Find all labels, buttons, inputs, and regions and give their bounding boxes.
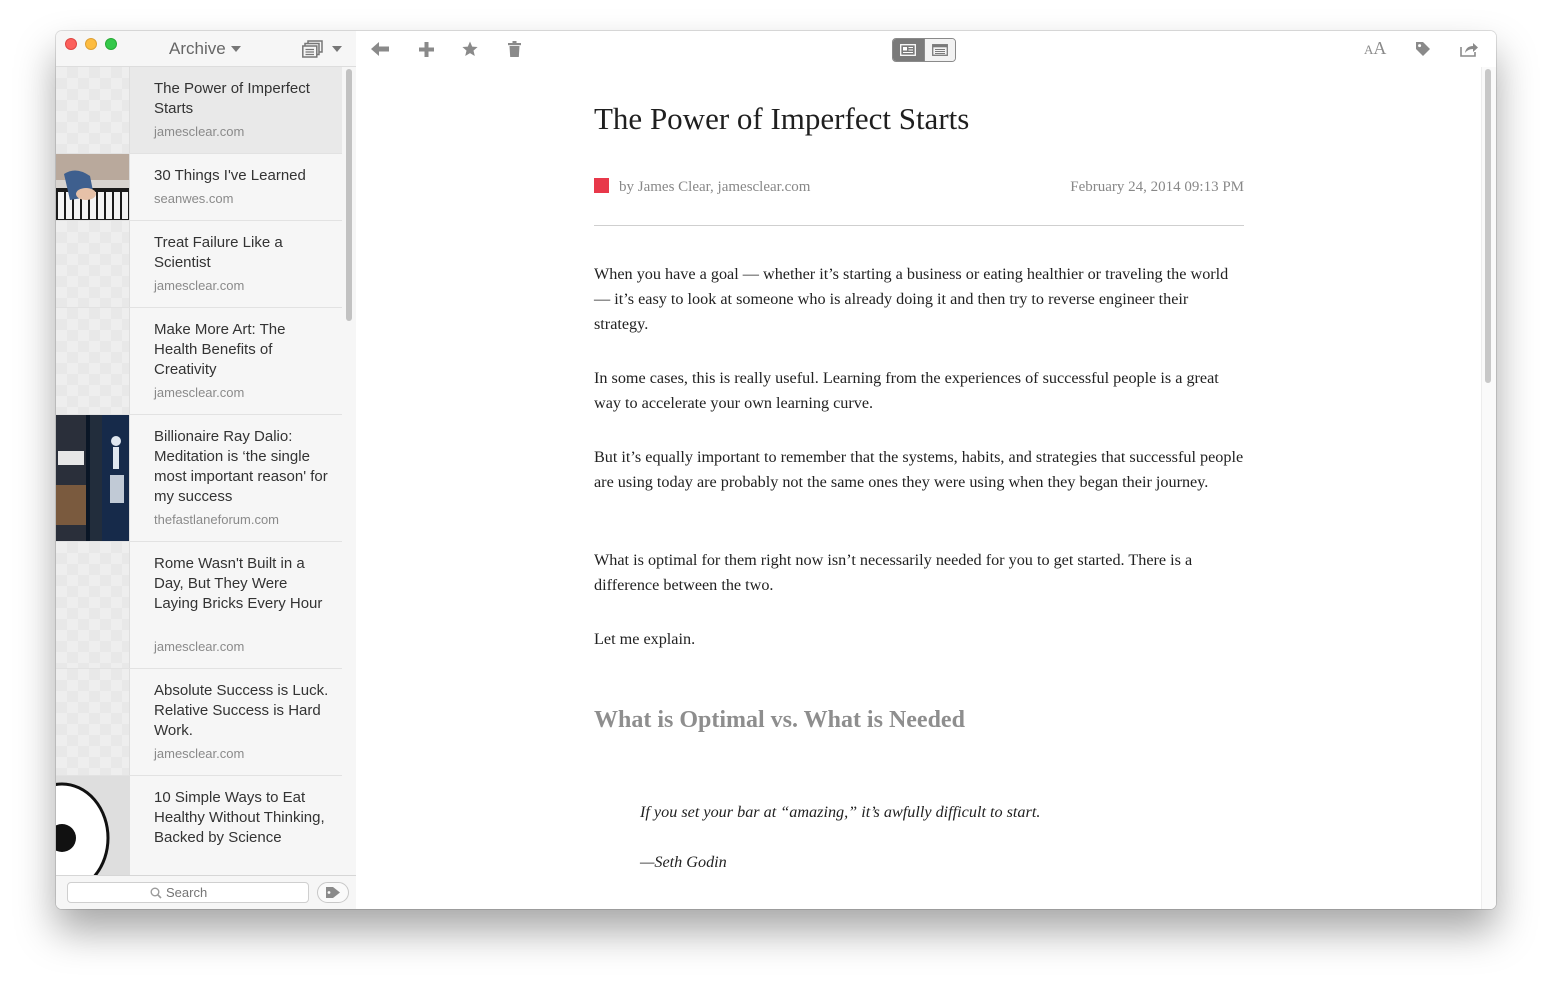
list-item-title: Absolute Success is Luck. Relative Succe… xyxy=(154,682,329,739)
sidebar-titlebar: Archive xyxy=(56,31,356,67)
maximize-window-button[interactable] xyxy=(105,38,117,50)
list-item[interactable]: 10 Simple Ways to Eat Healthy Without Th… xyxy=(56,776,342,875)
divider xyxy=(594,225,1244,226)
list-item-domain: jamesclear.com xyxy=(154,746,245,761)
thumbnail-image xyxy=(56,154,130,220)
article-paragraph: Let me explain. xyxy=(594,630,696,648)
list-item-domain: jamesclear.com xyxy=(154,124,245,139)
article-paragraph: But it’s equally important to remember t… xyxy=(594,448,1244,491)
list-item-title: 10 Simple Ways to Eat Healthy Without Th… xyxy=(154,789,325,846)
star-icon xyxy=(462,41,478,56)
back-button[interactable] xyxy=(370,39,390,59)
share-button[interactable] xyxy=(1459,39,1479,59)
stacked-cards-icon xyxy=(302,40,323,58)
list-item-title: Make More Art: The Health Benefits of Cr… xyxy=(154,321,286,378)
article-byline: by James Clear, jamesclear.com xyxy=(619,179,811,195)
thumbnail-placeholder xyxy=(56,669,130,775)
search-icon xyxy=(150,887,162,899)
thumbnail-placeholder xyxy=(56,308,130,414)
article-subheading: What is Optimal vs. What is Needed xyxy=(594,707,965,733)
minimize-window-button[interactable] xyxy=(85,38,97,50)
article-meta: by James Clear, jamesclear.com February … xyxy=(594,178,1244,199)
list-item-domain: jamesclear.com xyxy=(154,639,245,654)
toolbar: AA xyxy=(357,31,1496,67)
article-paragraph: What is optimal for them right now isn’t… xyxy=(594,551,1193,594)
list-item-title: 30 Things I've Learned xyxy=(154,167,306,184)
list-item-domain: jamesclear.com xyxy=(154,385,245,400)
font-size-large-glyph: A xyxy=(1373,38,1387,58)
list-item-title: The Power of Imperfect Starts xyxy=(154,80,310,117)
plus-icon xyxy=(418,41,434,57)
folder-dropdown-label: Archive xyxy=(169,39,226,58)
view-mode-menu-button[interactable] xyxy=(302,40,342,58)
list-item[interactable]: Billionaire Ray Dalio: Meditation is ‘th… xyxy=(56,415,342,542)
font-size-button[interactable]: AA xyxy=(1364,38,1386,59)
thumbnail-placeholder xyxy=(56,542,130,668)
list-item[interactable]: Treat Failure Like a Scientist jamesclea… xyxy=(56,221,342,308)
thumbnail-placeholder xyxy=(56,67,130,153)
search-field[interactable] xyxy=(67,882,309,903)
article-list: The Power of Imperfect Starts jamesclear… xyxy=(56,67,356,875)
list-item[interactable]: The Power of Imperfect Starts jamesclear… xyxy=(56,67,342,154)
arrow-left-icon xyxy=(371,42,389,56)
list-item-title: Billionaire Ray Dalio: Meditation is ‘th… xyxy=(154,428,328,505)
list-item[interactable]: 30 Things I've Learned seanwes.com xyxy=(56,154,342,221)
list-item-domain: jamesclear.com xyxy=(154,278,245,293)
list-item-title: Treat Failure Like a Scientist xyxy=(154,234,283,271)
thumbnail-image xyxy=(56,415,130,541)
sidebar-scrollbar[interactable] xyxy=(346,69,352,321)
article-view-button[interactable] xyxy=(893,39,924,61)
article-date: February 24, 2014 09:13 PM xyxy=(1070,179,1244,195)
add-button[interactable] xyxy=(416,39,436,59)
chevron-down-icon xyxy=(230,46,241,52)
web-view-button[interactable] xyxy=(923,39,955,61)
article-paragraph: When you have a goal — whether it’s star… xyxy=(594,265,1229,333)
article-paragraph: In some cases, this is really useful. Le… xyxy=(594,369,1219,412)
blockquote-text: If you set your bar at “amazing,” it’s a… xyxy=(640,803,1041,821)
list-item[interactable]: Rome Wasn't Built in a Day, But They Wer… xyxy=(56,542,342,669)
sidebar-footer xyxy=(56,875,356,909)
delete-button[interactable] xyxy=(504,39,524,59)
thumbnail-placeholder xyxy=(56,221,130,307)
reader-pane: AA The Power of Imperfect Starts by Jame… xyxy=(357,31,1496,909)
app-window: Archive The Power of Imperfect Starts ja… xyxy=(56,31,1496,909)
sidebar: Archive The Power of Imperfect Starts ja… xyxy=(56,31,356,909)
article-view-icon xyxy=(900,44,917,56)
list-item[interactable]: Make More Art: The Health Benefits of Cr… xyxy=(56,308,342,415)
close-window-button[interactable] xyxy=(65,38,77,50)
article-title: The Power of Imperfect Starts xyxy=(594,101,970,136)
list-item[interactable]: Absolute Success is Luck. Relative Succe… xyxy=(56,669,342,776)
tag-icon xyxy=(326,887,340,898)
folder-dropdown[interactable]: Archive xyxy=(169,39,241,59)
tag-filter-button[interactable] xyxy=(317,882,349,903)
blockquote-author: —Seth Godin xyxy=(640,853,727,871)
share-icon xyxy=(1460,42,1478,57)
favorite-button[interactable] xyxy=(460,39,480,59)
search-input[interactable] xyxy=(166,885,226,900)
web-view-icon xyxy=(932,44,948,56)
list-item-domain: seanwes.com xyxy=(154,191,234,206)
view-mode-toggle xyxy=(892,38,956,62)
tag-button[interactable] xyxy=(1413,39,1433,59)
thumbnail-image xyxy=(56,776,130,875)
trash-icon xyxy=(507,41,521,57)
reader-scrollbar[interactable] xyxy=(1485,69,1491,383)
chevron-down-icon xyxy=(332,46,342,52)
list-item-title: Rome Wasn't Built in a Day, But They Wer… xyxy=(154,555,323,612)
tag-icon xyxy=(1416,42,1430,56)
font-size-small-glyph: A xyxy=(1364,42,1374,57)
list-item-domain: thefastlaneforum.com xyxy=(154,512,280,527)
source-color-swatch xyxy=(594,178,609,193)
